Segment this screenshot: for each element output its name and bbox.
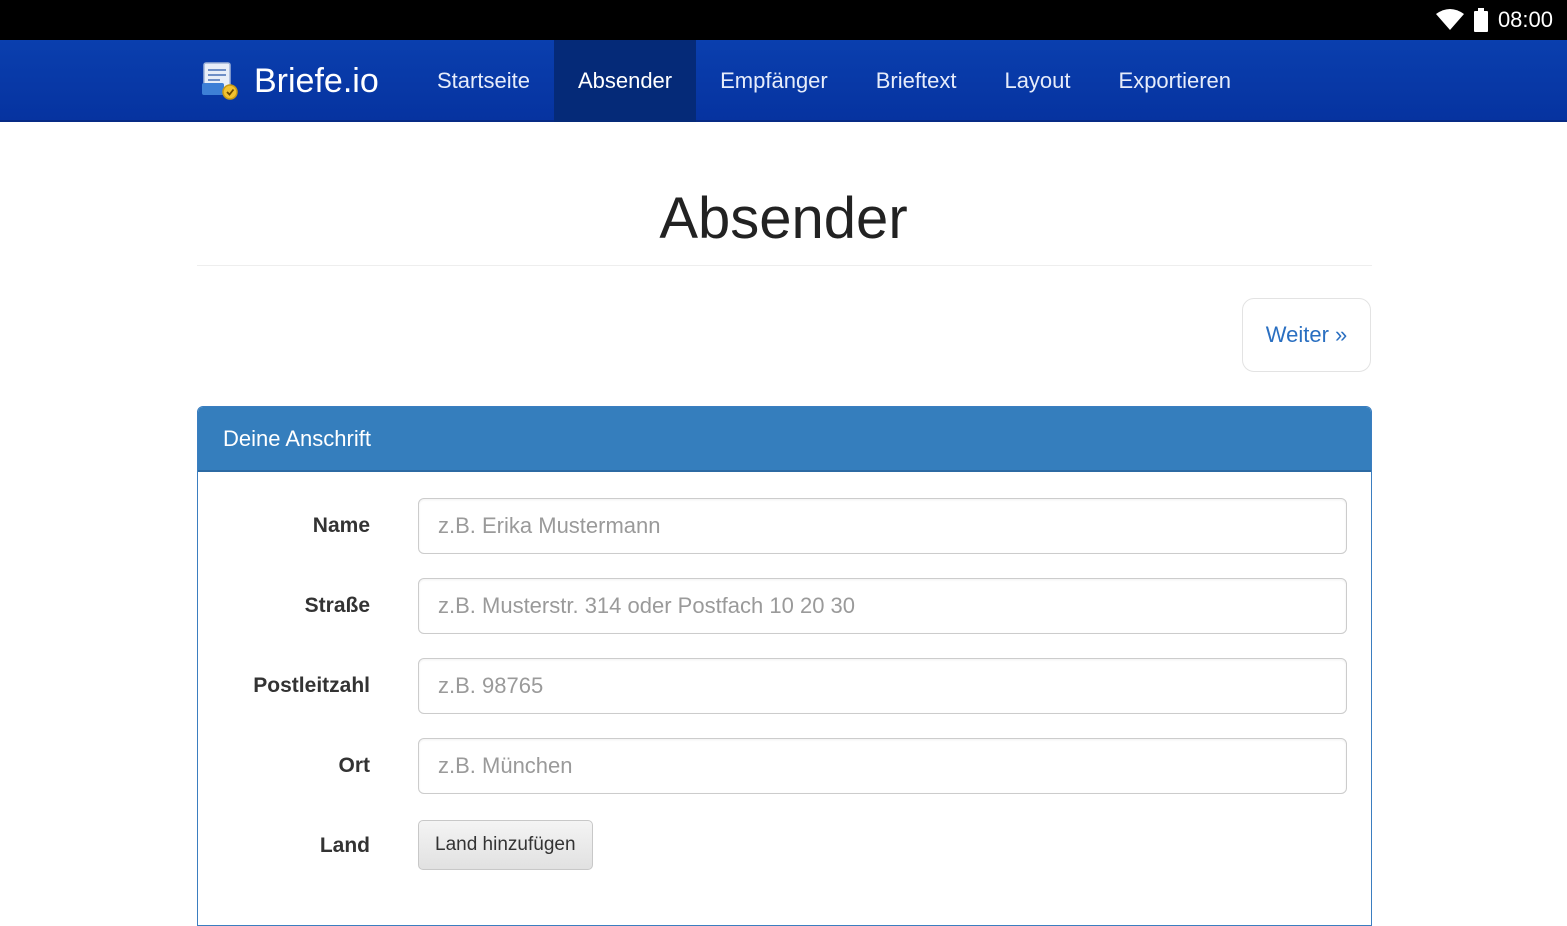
- page-title: Absender: [659, 186, 908, 251]
- name-input[interactable]: [418, 498, 1347, 554]
- nav-menu: Startseite Absender Empfänger Brieftext …: [413, 40, 1255, 122]
- nav-item-startseite[interactable]: Startseite: [413, 40, 554, 122]
- form-row-ort: Ort: [198, 738, 1373, 794]
- panel-heading: Deine Anschrift: [198, 407, 1371, 472]
- form-row-land: Land Land hinzufügen: [198, 818, 1373, 874]
- nav-item-brieftext[interactable]: Brieftext: [852, 40, 981, 122]
- city-input[interactable]: [418, 738, 1347, 794]
- postal-code-input[interactable]: [418, 658, 1347, 714]
- next-button[interactable]: Weiter »: [1242, 298, 1371, 372]
- battery-icon: [1473, 8, 1488, 32]
- wifi-icon: [1435, 9, 1464, 30]
- brand-link[interactable]: Briefe.io: [200, 40, 379, 122]
- form-row-strasse: Straße: [198, 578, 1373, 634]
- nav-item-layout[interactable]: Layout: [980, 40, 1094, 122]
- status-time: 08:00: [1497, 7, 1553, 32]
- top-navbar: Briefe.io Startseite Absender Empfänger …: [0, 40, 1567, 122]
- nav-item-exportieren[interactable]: Exportieren: [1095, 40, 1256, 122]
- add-country-button[interactable]: Land hinzufügen: [418, 820, 593, 870]
- form-row-postleitzahl: Postleitzahl: [198, 658, 1373, 714]
- nav-item-empfaenger[interactable]: Empfänger: [696, 40, 852, 122]
- letter-logo-icon: [200, 61, 240, 101]
- country-label: Land: [319, 834, 370, 857]
- status-bar: 08:00: [0, 0, 1567, 40]
- city-label: Ort: [338, 754, 371, 777]
- address-panel: Deine Anschrift Name Straße Postleitzahl…: [197, 406, 1372, 926]
- street-input[interactable]: [418, 578, 1347, 634]
- brand-name: Briefe.io: [254, 61, 379, 100]
- title-divider: [197, 265, 1372, 266]
- form-row-name: Name: [198, 498, 1373, 554]
- nav-item-absender[interactable]: Absender: [553, 40, 697, 122]
- postal-code-label: Postleitzahl: [253, 674, 370, 697]
- name-label: Name: [312, 514, 370, 537]
- street-label: Straße: [304, 594, 370, 617]
